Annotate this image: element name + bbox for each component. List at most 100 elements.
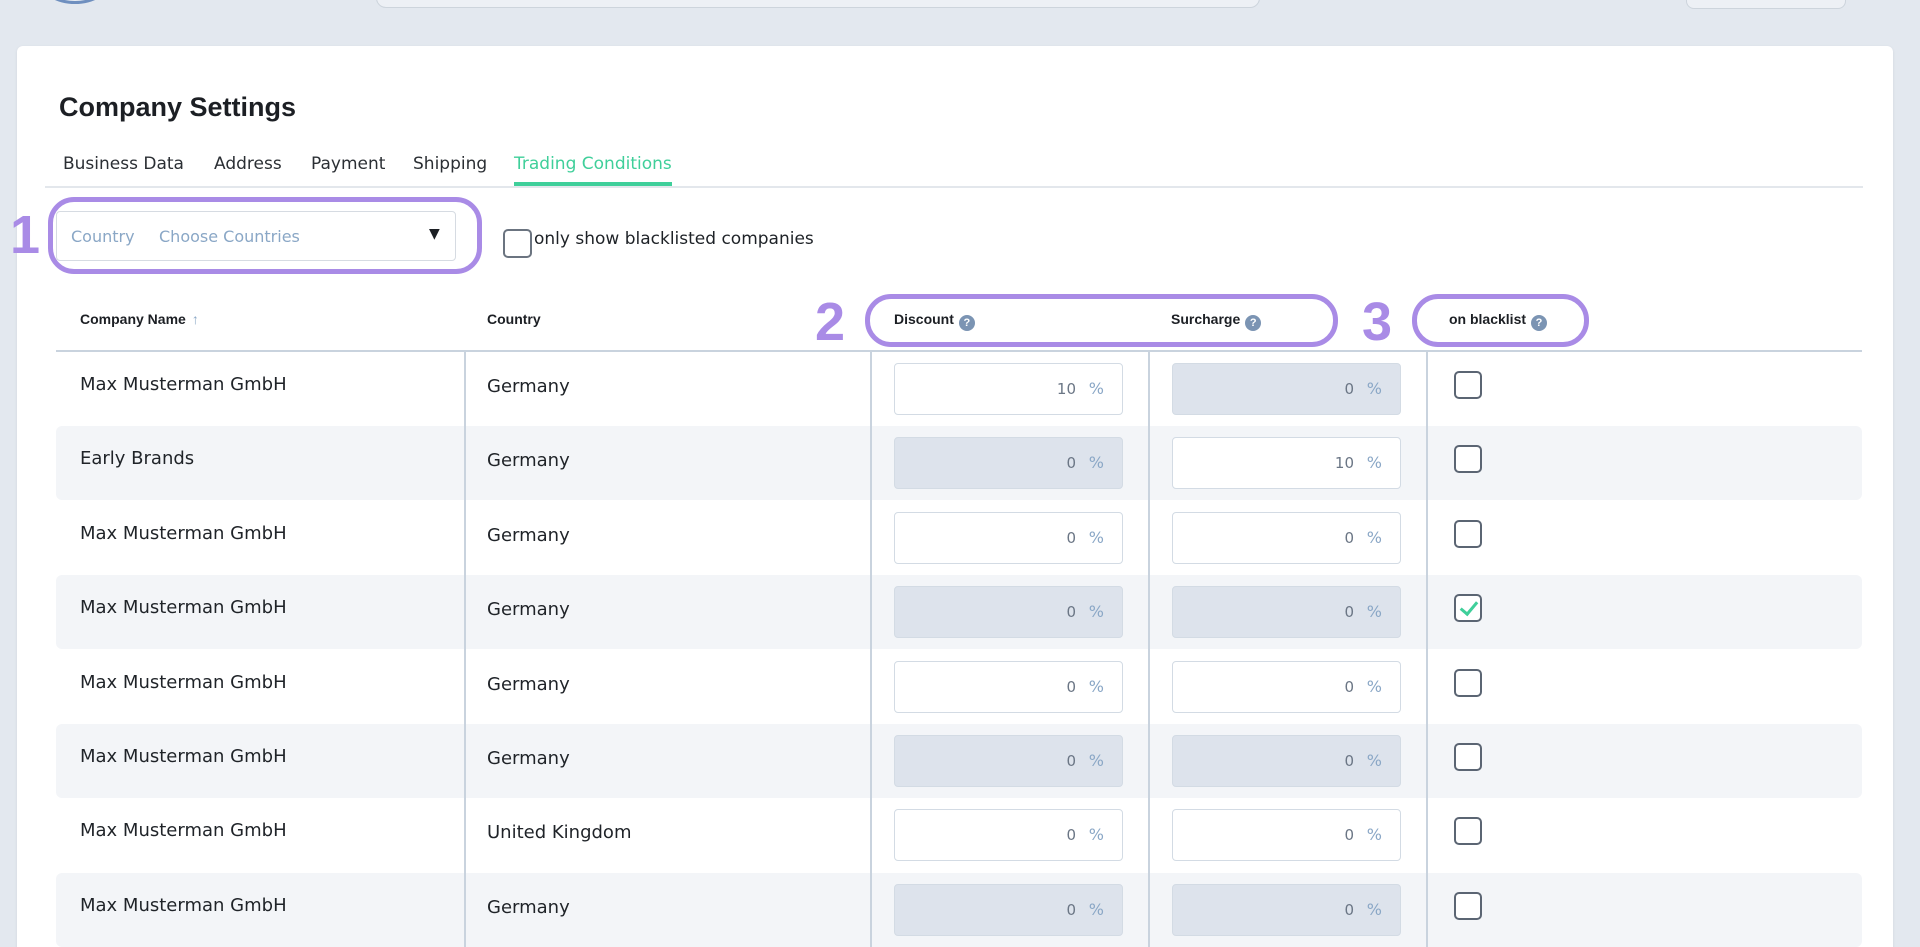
surcharge-input[interactable]: 0% (1172, 586, 1401, 638)
surcharge-input-value: 10 (1334, 454, 1354, 472)
percent-unit: % (1088, 453, 1104, 472)
country-cell: Germany (487, 376, 570, 397)
column-divider (1426, 352, 1428, 947)
surcharge-input-value: 0 (1344, 380, 1354, 398)
company-name-cell: Max Musterman GmbH (80, 523, 287, 544)
logo-icon[interactable] (40, 0, 110, 4)
blacklist-checkbox[interactable] (1454, 445, 1482, 473)
surcharge-input-value: 0 (1344, 826, 1354, 844)
page-title: Company Settings (59, 92, 297, 122)
discount-input[interactable]: 0% (894, 586, 1123, 638)
percent-unit: % (1366, 453, 1382, 472)
blacklist-checkbox-checked[interactable] (1454, 594, 1482, 622)
blacklist-checkbox[interactable] (1454, 892, 1482, 920)
company-name-cell: Max Musterman GmbH (80, 895, 287, 916)
column-header-company-name-label: Company Name (80, 311, 186, 327)
highlight-discount-surcharge (865, 294, 1338, 347)
arrow-up-icon: ↑ (191, 311, 199, 327)
percent-unit: % (1088, 379, 1104, 398)
percent-unit: % (1088, 602, 1104, 621)
tab-payment[interactable]: Payment (311, 154, 385, 182)
table-row: Max Musterman GmbH United Kingdom 0% 0% (56, 798, 1862, 872)
surcharge-input[interactable]: 0% (1172, 661, 1401, 713)
tab-bar: Business Data Address Payment Shipping T… (45, 148, 1863, 188)
table-row: Max Musterman GmbH Germany 0% 0% (56, 575, 1862, 649)
surcharge-input[interactable]: 0% (1172, 735, 1401, 787)
percent-unit: % (1088, 825, 1104, 844)
blacklist-checkbox[interactable] (1454, 371, 1482, 399)
discount-input[interactable]: 0% (894, 437, 1123, 489)
percent-unit: % (1366, 900, 1382, 919)
country-cell: Germany (487, 450, 570, 471)
percent-unit: % (1366, 751, 1382, 770)
table-row: Max Musterman GmbH Germany 0% 0% (56, 650, 1862, 724)
percent-unit: % (1366, 528, 1382, 547)
company-name-cell: Max Musterman GmbH (80, 746, 287, 767)
column-divider (464, 352, 466, 947)
discount-input-value: 0 (1066, 603, 1076, 621)
blacklist-only-label: only show blacklisted companies (534, 229, 814, 249)
table-row: Early Brands Germany 0% 10% (56, 426, 1862, 500)
surcharge-input-value: 0 (1344, 603, 1354, 621)
blacklist-only-checkbox[interactable] (503, 229, 532, 258)
discount-input[interactable]: 0% (894, 884, 1123, 936)
surcharge-input[interactable]: 10% (1172, 437, 1401, 489)
highlight-blacklist-column (1412, 294, 1589, 347)
percent-unit: % (1366, 379, 1382, 398)
tab-shipping[interactable]: Shipping (413, 154, 487, 182)
company-name-cell: Max Musterman GmbH (80, 820, 287, 841)
discount-input-value: 0 (1066, 678, 1076, 696)
country-cell: United Kingdom (487, 822, 632, 843)
surcharge-input-value: 0 (1344, 752, 1354, 770)
surcharge-input[interactable]: 0% (1172, 363, 1401, 415)
country-cell: Germany (487, 599, 570, 620)
table-row: Max Musterman GmbH Germany 0% 0% (56, 501, 1862, 575)
percent-unit: % (1088, 677, 1104, 696)
annotation-marker-3: 3 (1362, 292, 1393, 352)
tab-business-data[interactable]: Business Data (63, 154, 184, 182)
discount-input-value: 0 (1066, 529, 1076, 547)
discount-input[interactable]: 0% (894, 809, 1123, 861)
discount-input-value: 0 (1066, 752, 1076, 770)
table-row: Max Musterman GmbH Germany 0% 0% (56, 724, 1862, 798)
discount-input[interactable]: 0% (894, 512, 1123, 564)
highlight-country-filter (48, 197, 482, 274)
discount-input-value: 0 (1066, 901, 1076, 919)
percent-unit: % (1088, 900, 1104, 919)
discount-input[interactable]: 10% (894, 363, 1123, 415)
blacklist-checkbox[interactable] (1454, 817, 1482, 845)
annotation-marker-2: 2 (815, 292, 846, 352)
blacklist-checkbox[interactable] (1454, 669, 1482, 697)
blacklist-checkbox[interactable] (1454, 520, 1482, 548)
percent-unit: % (1088, 528, 1104, 547)
tab-address[interactable]: Address (214, 154, 282, 182)
column-divider (1148, 352, 1150, 947)
surcharge-input[interactable]: 0% (1172, 809, 1401, 861)
country-cell: Germany (487, 525, 570, 546)
annotation-marker-1: 1 (10, 205, 41, 265)
surcharge-input[interactable]: 0% (1172, 512, 1401, 564)
search-bar[interactable] (376, 0, 1260, 8)
country-cell: Germany (487, 674, 570, 695)
percent-unit: % (1366, 602, 1382, 621)
table-row: Max Musterman GmbH Germany 0% 0% (56, 873, 1862, 947)
column-header-company-name[interactable]: Company Name ↑ (80, 311, 199, 327)
discount-input-value: 0 (1066, 454, 1076, 472)
table-row: Max Musterman GmbH Germany 10% 0% (56, 352, 1862, 426)
surcharge-input[interactable]: 0% (1172, 884, 1401, 936)
surcharge-input-value: 0 (1344, 678, 1354, 696)
percent-unit: % (1366, 677, 1382, 696)
discount-input-value: 0 (1066, 826, 1076, 844)
company-name-cell: Max Musterman GmbH (80, 374, 287, 395)
discount-input[interactable]: 0% (894, 735, 1123, 787)
country-cell: Germany (487, 748, 570, 769)
tab-trading-conditions[interactable]: Trading Conditions (514, 154, 672, 186)
column-header-country: Country (487, 311, 541, 327)
column-divider (870, 352, 872, 947)
header-button[interactable] (1686, 0, 1846, 9)
discount-input[interactable]: 0% (894, 661, 1123, 713)
surcharge-input-value: 0 (1344, 901, 1354, 919)
company-name-cell: Max Musterman GmbH (80, 597, 287, 618)
percent-unit: % (1366, 825, 1382, 844)
blacklist-checkbox[interactable] (1454, 743, 1482, 771)
